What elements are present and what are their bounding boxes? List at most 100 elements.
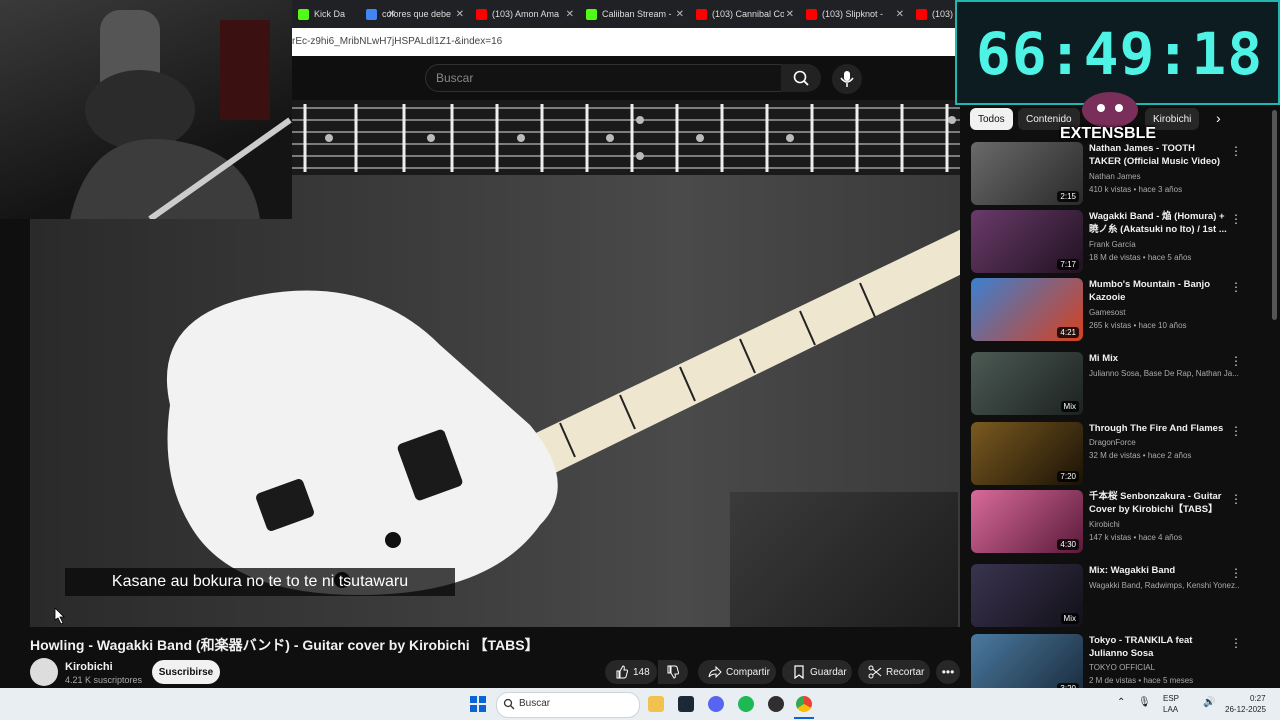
recommended-title[interactable]: Through The Fire And Flames bbox=[1089, 422, 1229, 435]
video-thumbnail[interactable]: Mix bbox=[971, 352, 1083, 415]
extensible-banner: EXTENSBLE bbox=[1060, 125, 1157, 142]
video-thumbnail[interactable]: 7:20 bbox=[971, 422, 1083, 485]
url-text: rEc-z9hi6_MribNLwH7jHSPALdl1Z1-&index=16 bbox=[292, 36, 503, 47]
more-vertical-icon[interactable]: ⋮ bbox=[1230, 280, 1242, 294]
search-button[interactable] bbox=[781, 64, 821, 92]
discord-icon[interactable] bbox=[708, 696, 724, 712]
tab-close-icon[interactable]: ✕ bbox=[566, 9, 574, 20]
recommended-channel[interactable]: Frank García bbox=[1089, 240, 1239, 249]
taskbar-search[interactable]: Buscar bbox=[496, 692, 640, 718]
browser-tab[interactable]: colores que debe ✕ bbox=[360, 3, 470, 25]
file-explorer-icon[interactable] bbox=[648, 696, 664, 712]
tab-favicon-icon bbox=[696, 8, 707, 20]
channel-avatar[interactable] bbox=[30, 658, 58, 686]
youtube-header: Buscar bbox=[292, 56, 955, 100]
recommended-video[interactable]: 7:20 Through The Fire And Flames DragonF… bbox=[971, 422, 1242, 486]
more-vertical-icon[interactable]: ⋮ bbox=[1230, 212, 1242, 226]
recommended-title[interactable]: Mi Mix bbox=[1089, 352, 1229, 365]
clock-time[interactable]: 0:27 bbox=[1250, 694, 1266, 703]
chrome-icon[interactable] bbox=[796, 696, 812, 712]
dislike-button[interactable] bbox=[658, 660, 688, 684]
chevron-up-icon[interactable]: ⌃ bbox=[1117, 697, 1125, 708]
voice-search-button[interactable] bbox=[832, 64, 862, 94]
browser-tab[interactable]: (103) Amon Ama ✕ bbox=[470, 3, 580, 25]
share-button[interactable]: Compartir bbox=[698, 660, 776, 684]
tab-close-icon[interactable]: ✕ bbox=[786, 9, 794, 20]
address-bar[interactable]: rEc-z9hi6_MribNLwH7jHSPALdl1Z1-&index=16 bbox=[292, 28, 955, 56]
like-button[interactable]: 148 bbox=[605, 660, 657, 684]
browser-tab[interactable]: (103) M bbox=[910, 3, 955, 25]
clock-date[interactable]: 26-12-2025 bbox=[1225, 705, 1266, 714]
recommended-title[interactable]: Mumbo's Mountain - Banjo Kazooie bbox=[1089, 278, 1229, 304]
recommended-title[interactable]: Tokyo - TRANKILA feat Julianno Sosa bbox=[1089, 634, 1229, 660]
recommended-video[interactable]: 4:30 千本桜 Senbonzakura - Guitar Cover by … bbox=[971, 490, 1242, 554]
recommended-meta: 32 M de vistas • hace 2 años bbox=[1089, 451, 1192, 460]
video-thumbnail[interactable]: 2:15 bbox=[971, 142, 1083, 205]
recommended-channel[interactable]: TOKYO OFFICIAL bbox=[1089, 663, 1239, 672]
video-title: Howling - Wagakki Band (和楽器バンド) - Guitar… bbox=[30, 637, 539, 653]
recommended-channel[interactable]: Julianno Sosa, Base De Rap, Nathan Ja... bbox=[1089, 369, 1239, 378]
search-icon bbox=[793, 70, 809, 86]
microphone-icon bbox=[840, 71, 854, 87]
video-thumbnail[interactable]: 4:30 bbox=[971, 490, 1083, 553]
more-horizontal-icon: ••• bbox=[941, 665, 955, 679]
taskbar-search-label: Buscar bbox=[519, 698, 551, 709]
recommended-video[interactable]: Mix Mi Mix Julianno Sosa, Base De Rap, N… bbox=[971, 352, 1242, 416]
more-actions-button[interactable]: ••• bbox=[936, 660, 960, 684]
subscribe-button[interactable]: Suscribirse bbox=[152, 660, 220, 684]
recommended-title[interactable]: Nathan James - TOOTH TAKER (Official Mus… bbox=[1089, 142, 1229, 168]
more-vertical-icon[interactable]: ⋮ bbox=[1230, 144, 1242, 158]
recommended-title[interactable]: Wagakki Band - 焔 (Homura) + 暁ノ糸 (Akatsuk… bbox=[1089, 210, 1229, 236]
tab-close-icon[interactable]: ✕ bbox=[456, 9, 464, 20]
chevron-right-icon[interactable]: › bbox=[1216, 110, 1221, 126]
windows-start-icon[interactable] bbox=[470, 696, 486, 712]
chip-todos[interactable]: Todos bbox=[970, 108, 1013, 130]
sidebar-scrollbar[interactable] bbox=[1272, 110, 1277, 320]
browser-tab[interactable]: (103) Cannibal Co ✕ bbox=[690, 3, 800, 25]
obs-icon[interactable] bbox=[768, 696, 784, 712]
recommended-channel[interactable]: Wagakki Band, Radwimps, Kenshi Yonez... bbox=[1089, 581, 1239, 590]
more-vertical-icon[interactable]: ⋮ bbox=[1230, 492, 1242, 506]
recommended-video[interactable]: Mix Mix: Wagakki Band Wagakki Band, Radw… bbox=[971, 564, 1242, 628]
mouse-cursor-icon bbox=[54, 608, 65, 625]
video-subtitle: Kasane au bokura no te to te ni tsutawar… bbox=[65, 568, 455, 596]
more-vertical-icon[interactable]: ⋮ bbox=[1230, 354, 1242, 368]
language-top[interactable]: ESP bbox=[1163, 694, 1179, 703]
clip-button[interactable]: Recortar bbox=[858, 660, 930, 684]
recommended-channel[interactable]: DragonForce bbox=[1089, 438, 1239, 447]
language-bottom[interactable]: LAA bbox=[1163, 705, 1178, 714]
recommended-video[interactable]: 7:17 Wagakki Band - 焔 (Homura) + 暁ノ糸 (Ak… bbox=[971, 210, 1242, 274]
tab-close-icon[interactable]: ✕ bbox=[896, 9, 904, 20]
more-vertical-icon[interactable]: ⋮ bbox=[1230, 424, 1242, 438]
more-vertical-icon[interactable]: ⋮ bbox=[1230, 566, 1242, 580]
steam-icon[interactable] bbox=[678, 696, 694, 712]
recommended-meta: 147 k vistas • hace 4 años bbox=[1089, 533, 1183, 542]
channel-name[interactable]: Kirobichi bbox=[65, 661, 113, 673]
tab-close-icon[interactable]: ✕ bbox=[676, 9, 684, 20]
tab-favicon-icon bbox=[366, 8, 377, 20]
active-app-indicator bbox=[794, 717, 814, 719]
subscriber-count: 4.21 K suscriptores bbox=[65, 675, 143, 685]
video-thumbnail[interactable]: 4:21 bbox=[971, 278, 1083, 341]
recommended-title[interactable]: 千本桜 Senbonzakura - Guitar Cover by Kirob… bbox=[1089, 490, 1229, 516]
tab-favicon-icon bbox=[298, 8, 309, 20]
video-thumbnail[interactable]: 7:17 bbox=[971, 210, 1083, 273]
recommended-channel[interactable]: Nathan James bbox=[1089, 172, 1239, 181]
recommended-video[interactable]: 2:15 Nathan James - TOOTH TAKER (Officia… bbox=[971, 142, 1242, 206]
recommended-title[interactable]: Mix: Wagakki Band bbox=[1089, 564, 1229, 577]
recommended-channel[interactable]: Gamesost bbox=[1089, 308, 1239, 317]
search-input[interactable]: Buscar bbox=[425, 64, 782, 92]
microphone-icon[interactable]: 🎙 bbox=[1138, 697, 1151, 708]
speaker-icon[interactable]: 🔊 bbox=[1203, 697, 1215, 708]
tab-favicon-icon bbox=[916, 8, 927, 20]
recommended-channel[interactable]: Kirobichi bbox=[1089, 520, 1239, 529]
browser-tab-strip: Kick Da ✕ colores que debe ✕ (103) Amon Am… bbox=[292, 0, 955, 28]
browser-tab[interactable]: (103) Slipknot - ✕ bbox=[800, 3, 910, 25]
more-vertical-icon[interactable]: ⋮ bbox=[1230, 636, 1242, 650]
save-button[interactable]: Guardar bbox=[782, 660, 852, 684]
spotify-icon[interactable] bbox=[738, 696, 754, 712]
video-thumbnail[interactable]: Mix bbox=[971, 564, 1083, 627]
recommended-video[interactable]: 4:21 Mumbo's Mountain - Banjo Kazooie Ga… bbox=[971, 278, 1242, 342]
search-icon bbox=[503, 698, 515, 710]
browser-tab[interactable]: Caliiban Stream - ✕ bbox=[580, 3, 690, 25]
